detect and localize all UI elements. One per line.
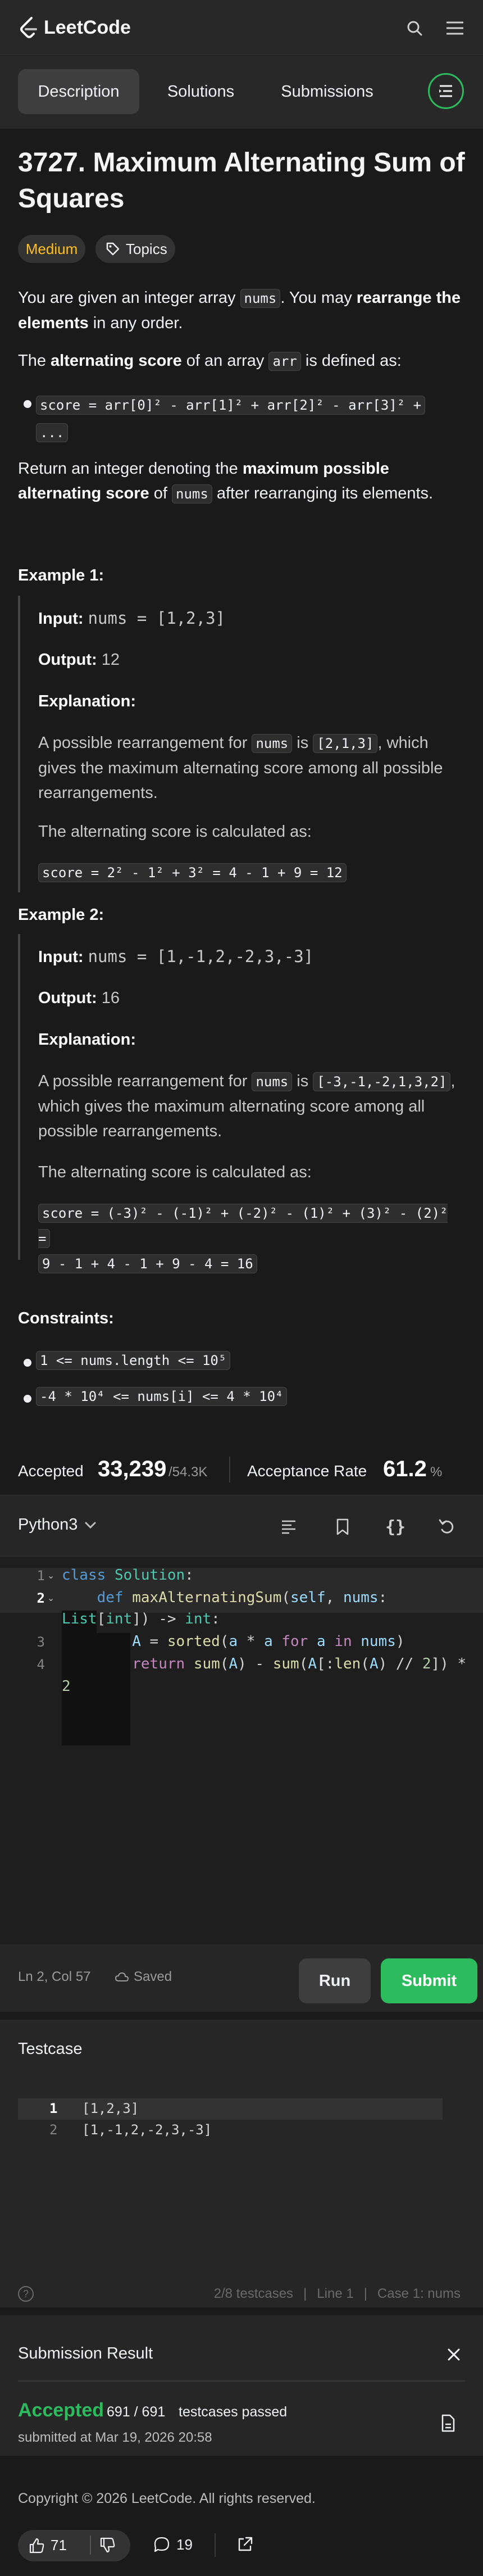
- fold-chevron-icon[interactable]: ⌄: [47, 1570, 54, 1581]
- formula: score = arr[0]² - arr[1]² + arr[2]² - ar…: [36, 391, 468, 446]
- undo-icon[interactable]: [436, 1516, 458, 1538]
- share-icon: [238, 2537, 253, 2551]
- topics-label: Topics: [126, 240, 167, 257]
- tab-submissions[interactable]: Submissions: [264, 69, 390, 114]
- line-number: 1: [37, 1568, 45, 1584]
- bullet: [24, 1395, 31, 1403]
- top-bar: LeetCode: [0, 0, 483, 55]
- share-button[interactable]: [236, 2536, 254, 2557]
- testcase-footer: 2/8 testcases | Line 1 | Case 1: nums: [213, 2286, 461, 2301]
- passed-count: 691 / 691: [107, 2404, 166, 2420]
- comment-icon: [154, 2537, 170, 2552]
- testcase-number: 1: [49, 2101, 58, 2116]
- example-2-explanation-label: Explanation:: [38, 1031, 136, 1049]
- indent-guide: [97, 1633, 130, 1745]
- testcase-panel: Testcase 1 [1,2,3] 2 [1,-1,2,-2,3,-3] ? …: [0, 2020, 483, 2307]
- chevron-down-icon: [85, 1522, 96, 1529]
- accepted-value: 33,239: [98, 1457, 167, 1481]
- example-1-calc-text: The alternating score is calculated as:: [38, 823, 312, 841]
- example-1-input: Input: nums = [1,2,3]: [38, 609, 226, 628]
- format-icon[interactable]: [277, 1516, 300, 1538]
- problem-definition: The alternating score of an array arr is…: [18, 352, 402, 371]
- copyright: Copyright © 2026 LeetCode. All rights re…: [18, 2491, 316, 2506]
- acceptance-stats: Accepted 33,239 /54.3K Acceptance Rate 6…: [0, 1444, 483, 1495]
- document-icon[interactable]: [438, 2412, 458, 2434]
- testcase-heading: Testcase: [18, 2040, 83, 2058]
- bookmark-icon[interactable]: [331, 1516, 354, 1538]
- run-button[interactable]: Run: [299, 1958, 371, 2003]
- constraints-heading: Constraints:: [18, 1309, 114, 1327]
- editor-toolbar: Python3 {}: [0, 1495, 483, 1557]
- tag-icon: [106, 242, 120, 256]
- thumbs-down-icon: [100, 2537, 115, 2553]
- bullet: [24, 1359, 31, 1367]
- accepted-total: /54.3K: [168, 1464, 208, 1480]
- example-2-output: Output: 16: [38, 989, 120, 1007]
- topics-button[interactable]: Topics: [95, 235, 175, 263]
- acceptance-rate-value: 61.2: [383, 1457, 427, 1481]
- tab-description[interactable]: Description: [18, 69, 139, 114]
- thumbs-up-icon: [29, 2538, 44, 2553]
- line-number: 3: [37, 1634, 45, 1650]
- logo-text: LeetCode: [44, 16, 131, 38]
- saved-status: Saved: [115, 1969, 172, 1985]
- passed-label: testcases passed: [179, 2404, 288, 2420]
- divider: [90, 2536, 91, 2555]
- accepted-status: Accepted: [18, 2400, 104, 2421]
- example-1-calc: score = 2² - 1² + 3² = 4 - 1 + 9 = 12: [38, 860, 465, 885]
- cloud-icon: [115, 1972, 129, 1981]
- acceptance-rate-unit: %: [430, 1464, 443, 1480]
- braces-icon[interactable]: {}: [383, 1516, 408, 1538]
- example-1-bar: [18, 596, 20, 892]
- logo[interactable]: LeetCode: [18, 16, 131, 39]
- progress-icon[interactable]: [428, 73, 464, 109]
- example-1-heading: Example 1:: [18, 566, 104, 584]
- divider: [18, 2380, 465, 2382]
- line-number: 4: [37, 1657, 45, 1672]
- code-editor[interactable]: 1 2 3 4 ⌄ ⌄ class Solution: def maxAlter…: [0, 1557, 483, 1944]
- example-1-explanation: A possible rearrangement for nums is [2,…: [38, 734, 443, 802]
- constraint-2: -4 * 10⁴ <= nums[i] <= 4 * 10⁴: [36, 1387, 288, 1406]
- accepted-label: Accepted: [18, 1462, 84, 1480]
- page-footer: Copyright © 2026 LeetCode. All rights re…: [0, 2456, 483, 2576]
- tab-solutions[interactable]: Solutions: [152, 69, 250, 114]
- constraint-1: 1 <= nums.length <= 10⁵: [36, 1351, 231, 1370]
- tab-bar: Description Solutions Submissions: [0, 56, 483, 129]
- testcase-number: 2: [49, 2122, 58, 2138]
- testcase-value[interactable]: [1,2,3]: [82, 2101, 139, 2116]
- problem-intro: You are given an integer array nums. You…: [18, 289, 461, 332]
- fold-chevron-icon[interactable]: ⌄: [47, 1593, 54, 1604]
- menu-icon[interactable]: [444, 17, 466, 39]
- example-1-explanation-label: Explanation:: [38, 692, 136, 710]
- example-2-bar: [18, 934, 20, 1260]
- example-2-input: Input: nums = [1,-1,2,-2,3,-3]: [38, 947, 314, 966]
- comments-button[interactable]: 19: [153, 2536, 193, 2554]
- example-2-explanation: A possible rearrangement for nums is [-3…: [38, 1072, 455, 1140]
- testcase-value[interactable]: [1,-1,2,-2,3,-3]: [82, 2122, 212, 2138]
- close-icon[interactable]: [443, 2343, 465, 2366]
- search-icon[interactable]: [403, 17, 426, 39]
- submission-heading: Submission Result: [18, 2344, 153, 2362]
- dislike-button[interactable]: [99, 2537, 116, 2557]
- divider: [215, 2533, 216, 2557]
- cursor-position: Ln 2, Col 57: [18, 1969, 91, 1984]
- submission-result-panel: Submission Result Accepted 691 / 691 tes…: [0, 2315, 483, 2456]
- difficulty-badge[interactable]: Medium: [18, 235, 85, 263]
- bullet: [24, 400, 31, 408]
- submit-button[interactable]: Submit: [381, 1958, 477, 2003]
- acceptance-rate-label: Acceptance Rate: [247, 1462, 367, 1480]
- leetcode-logo-icon: [20, 17, 37, 38]
- like-button[interactable]: 71: [28, 2537, 67, 2554]
- example-2-heading: Example 2:: [18, 906, 104, 924]
- language-select[interactable]: Python3: [18, 1516, 97, 1534]
- submitted-at: submitted at Mar 19, 2026 20:58: [18, 2430, 212, 2445]
- example-1-output: Output: 12: [38, 651, 120, 669]
- problem-return: Return an integer denoting the maximum p…: [18, 460, 434, 504]
- help-icon[interactable]: ?: [18, 2286, 34, 2302]
- problem-title: 3727. Maximum Alternating Sum of Squares: [18, 148, 465, 214]
- divider: [229, 1457, 230, 1482]
- example-2-calc: score = (-3)² - (-1)² + (-2)² - (1)² + (…: [38, 1200, 465, 1276]
- line-number-active: 2: [37, 1590, 45, 1606]
- example-2-calc-text: The alternating score is calculated as:: [38, 1163, 312, 1181]
